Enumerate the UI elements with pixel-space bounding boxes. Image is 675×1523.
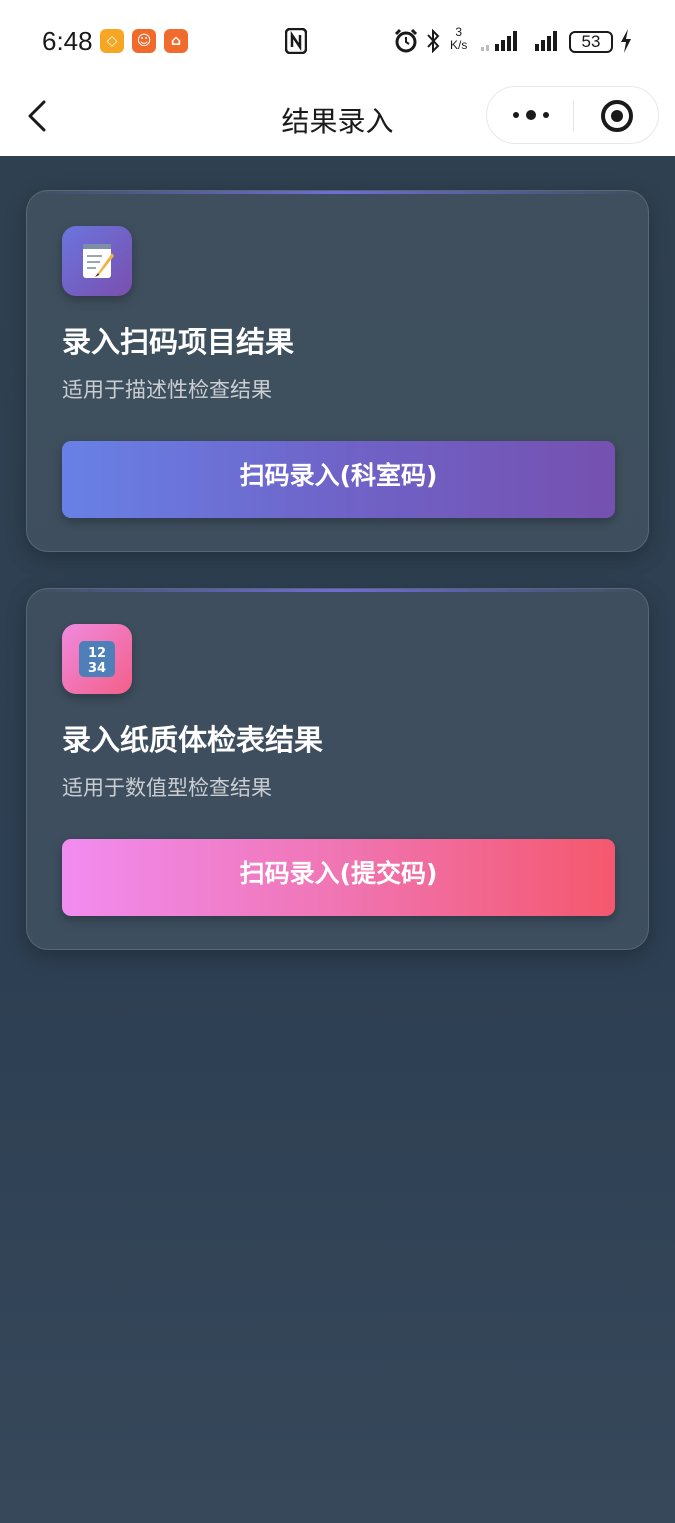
close-miniprogram-icon[interactable] — [600, 99, 634, 133]
charging-icon — [621, 29, 631, 53]
battery-indicator: 53 — [569, 31, 613, 53]
capsule-divider — [573, 101, 574, 131]
status-time: 6:48 — [42, 26, 93, 56]
alarm-icon — [394, 28, 418, 53]
more-options-icon[interactable] — [511, 105, 551, 125]
navigation-bar: 结果录入 — [0, 84, 675, 156]
app-notification-icon: ◇ — [100, 29, 124, 53]
scan-project-card: 录入扫码项目结果 适用于描述性检查结果 扫码录入(科室码) — [26, 190, 649, 552]
app-notification-icon: ☺ — [132, 29, 156, 53]
card-title: 录入纸质体检表结果 — [62, 723, 324, 757]
signal-icon — [535, 31, 557, 51]
card-subtitle: 适用于描述性检查结果 — [62, 378, 272, 402]
svg-text:12: 12 — [88, 646, 106, 661]
net-speed: 3 K/s — [450, 26, 467, 52]
miniprogram-capsule — [486, 86, 659, 144]
status-bar: 6:48 ◇ ☺ ⌂ 3 K/s 53 — [0, 0, 675, 84]
signal-icon — [481, 31, 517, 51]
numbers-icon: 12 34 — [62, 624, 132, 694]
svg-text:34: 34 — [88, 661, 106, 676]
card-subtitle: 适用于数值型检查结果 — [62, 776, 272, 800]
scan-department-code-button[interactable]: 扫码录入(科室码) — [62, 441, 615, 518]
net-speed-unit: K/s — [450, 38, 468, 52]
bluetooth-icon — [427, 28, 440, 54]
scan-submit-code-button[interactable]: 扫码录入(提交码) — [62, 839, 615, 916]
net-speed-value: 3 — [455, 25, 463, 39]
paper-form-card: 12 34 录入纸质体检表结果 适用于数值型检查结果 扫码录入(提交码) — [26, 588, 649, 950]
memo-icon — [62, 226, 132, 296]
main-content: 录入扫码项目结果 适用于描述性检查结果 扫码录入(科室码) 12 34 录入纸质… — [0, 156, 675, 1523]
card-title: 录入扫码项目结果 — [62, 325, 295, 359]
app-notification-icon: ⌂ — [164, 29, 188, 53]
nfc-icon — [285, 28, 307, 54]
